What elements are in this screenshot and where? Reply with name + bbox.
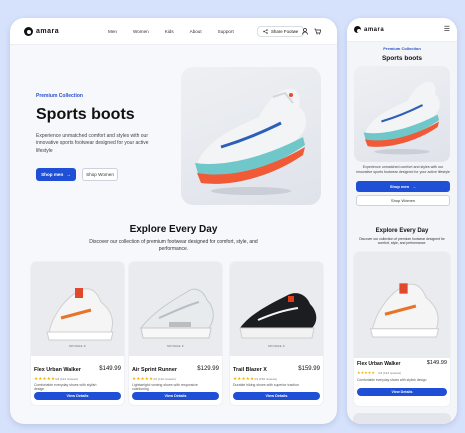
product-image-label: SPONGE K xyxy=(267,344,285,348)
brand-logo[interactable]: amara xyxy=(354,26,384,33)
hero-description: Experience unmatched comfort and styles … xyxy=(356,165,450,174)
nav-link-about[interactable]: About xyxy=(190,29,202,34)
next-product-card xyxy=(353,413,451,424)
brand-logo[interactable]: amara xyxy=(24,27,59,36)
product-price: $159.99 xyxy=(298,366,320,372)
view-details-button[interactable]: View Details xyxy=(233,392,320,400)
share-button[interactable]: Share Footwe xyxy=(257,26,305,37)
nav-links: Men Women Kids About Support xyxy=(108,29,234,34)
explore-title: Explore Every Day xyxy=(375,228,429,234)
desktop-preview: amara Men Women Kids About Support Share… xyxy=(10,18,337,424)
star-icon: ★★★★★ xyxy=(132,376,154,381)
product-rating: 4.8 (124 reviews) xyxy=(55,377,79,381)
arrow-right-icon: → xyxy=(66,172,71,177)
shop-women-button[interactable]: Shop Women xyxy=(356,195,450,206)
mobile-preview: amara ☰ Premium Collection Sports boots … xyxy=(347,18,457,424)
product-image xyxy=(31,262,124,356)
product-name: Trail Blazer X xyxy=(233,367,267,373)
menu-icon[interactable]: ☰ xyxy=(444,26,450,33)
product-card[interactable]: SPONGE K Flex Urban Walker $149.99 ★★★★★… xyxy=(30,261,125,406)
top-nav: amara Men Women Kids About Support Share… xyxy=(10,18,337,45)
nav-link-kids[interactable]: Kids xyxy=(165,29,174,34)
shop-women-button[interactable]: Shop Women xyxy=(82,168,118,181)
logo-icon xyxy=(24,27,33,36)
product-price: $149.99 xyxy=(99,366,121,372)
shop-men-label: Shop men xyxy=(389,184,410,189)
hero-title: Sports boots xyxy=(381,55,423,62)
product-description: Lightweight running shoes with responsiv… xyxy=(132,383,198,392)
product-price: $149.99 xyxy=(426,360,447,366)
product-rating: 4.8 (124 reviews) xyxy=(378,371,402,375)
product-name: Flex Urban Walker xyxy=(357,361,401,367)
product-image-label: SPONGE K xyxy=(68,344,86,348)
hero-image xyxy=(354,66,450,162)
view-details-button[interactable]: View Details xyxy=(132,392,219,400)
product-card[interactable]: Flex Urban Walker $149.99 ★★★★★ 4.8 (124… xyxy=(353,251,451,407)
share-icon xyxy=(263,29,268,34)
nav-link-men[interactable]: Men xyxy=(108,29,117,34)
view-details-button[interactable]: View Details xyxy=(34,392,121,400)
hero-description: Experience unmatched comfort and styles … xyxy=(36,133,149,154)
star-icon: ★★★★★ xyxy=(357,370,375,375)
hero-image xyxy=(181,67,321,205)
product-price: $129.99 xyxy=(197,366,219,372)
explore-subtitle: Discover our collection of premium footw… xyxy=(89,239,258,252)
product-description: Comfortable everyday shoes with stylish … xyxy=(34,383,97,392)
product-rating: 4.6 (112 reviews) xyxy=(153,377,176,381)
hero-eyebrow: Premium Collection xyxy=(36,93,83,99)
star-icon: ★★★★★ xyxy=(233,376,255,381)
cart-icon[interactable] xyxy=(314,28,321,35)
star-icon: ★★★★★ xyxy=(34,376,56,381)
logo-icon xyxy=(354,26,361,33)
hero-eyebrow: Premium Collection xyxy=(383,46,421,51)
product-description: Durable hiking shoes with superior tract… xyxy=(233,383,299,387)
product-name: Air Sprint Runner xyxy=(132,367,177,373)
brand-name: amara xyxy=(36,28,60,35)
product-image-label: SPONGE K xyxy=(166,344,184,348)
explore-title: Explore Every Day xyxy=(129,224,218,235)
shop-men-label: Shop men xyxy=(41,172,64,177)
product-card[interactable]: SPONGE K Air Sprint Runner $129.99 ★★★★★… xyxy=(128,261,223,406)
product-rating: 4.9 (156 reviews) xyxy=(254,377,278,381)
product-image xyxy=(129,262,222,356)
mobile-nav: amara ☰ xyxy=(347,18,457,42)
explore-subtitle: Discover our collection of premium footw… xyxy=(359,237,445,246)
brand-name: amara xyxy=(364,26,385,33)
nav-link-support[interactable]: Support xyxy=(218,29,234,34)
shop-men-button[interactable]: Shop men → xyxy=(356,181,450,192)
share-label: Share Footwe xyxy=(271,29,299,34)
shop-men-button[interactable]: Shop men → xyxy=(36,168,76,181)
product-description: Comfortable everyday shoes with stylish … xyxy=(357,378,427,382)
hero-title: Sports boots xyxy=(36,106,135,123)
view-details-button[interactable]: View Details xyxy=(357,388,447,396)
product-image xyxy=(230,262,323,356)
arrow-right-icon: → xyxy=(412,184,417,189)
user-icon[interactable] xyxy=(302,28,308,35)
product-image xyxy=(354,252,450,358)
product-card[interactable]: SPONGE K Trail Blazer X $159.99 ★★★★★ 4.… xyxy=(229,261,324,406)
product-name: Flex Urban Walker xyxy=(34,367,81,373)
nav-link-women[interactable]: Women xyxy=(133,29,149,34)
